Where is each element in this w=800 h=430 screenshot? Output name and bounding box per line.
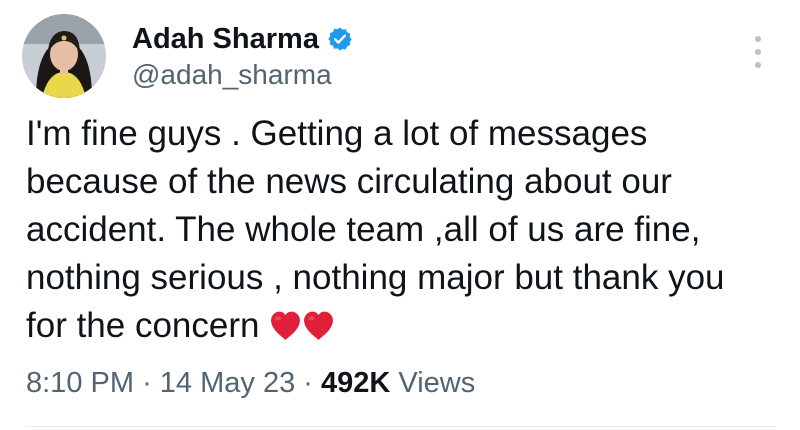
separator-dot: · — [303, 367, 313, 399]
emoji-group — [269, 306, 335, 345]
tweet-meta: 8:10 PM · 14 May 23 · 492K Views — [26, 363, 475, 403]
divider — [26, 426, 776, 427]
tweet-card: Adah Sharma @adah_sharma I'm fine guys .… — [0, 0, 800, 430]
separator-dot: · — [142, 367, 152, 399]
more-dot — [755, 62, 761, 68]
views-count[interactable]: 492K — [321, 367, 390, 399]
more-vertical-icon[interactable] — [746, 32, 770, 72]
profile-photo-icon — [22, 14, 106, 98]
tweet-body: I'm fine guys . Getting a lot of message… — [26, 114, 725, 345]
name-row: Adah Sharma — [132, 22, 353, 56]
red-heart-icon — [302, 306, 335, 340]
tweet-text: I'm fine guys . Getting a lot of message… — [26, 110, 766, 350]
avatar[interactable] — [22, 14, 106, 98]
views-label: Views — [398, 367, 476, 399]
tweet-date[interactable]: 14 May 23 — [160, 367, 295, 399]
verified-badge-icon — [327, 26, 353, 52]
display-name[interactable]: Adah Sharma — [132, 22, 319, 56]
tweet-time[interactable]: 8:10 PM — [26, 367, 134, 399]
more-dot — [755, 49, 761, 55]
more-dot — [755, 36, 761, 42]
red-heart-icon — [269, 306, 302, 340]
user-handle[interactable]: @adah_sharma — [132, 58, 332, 92]
